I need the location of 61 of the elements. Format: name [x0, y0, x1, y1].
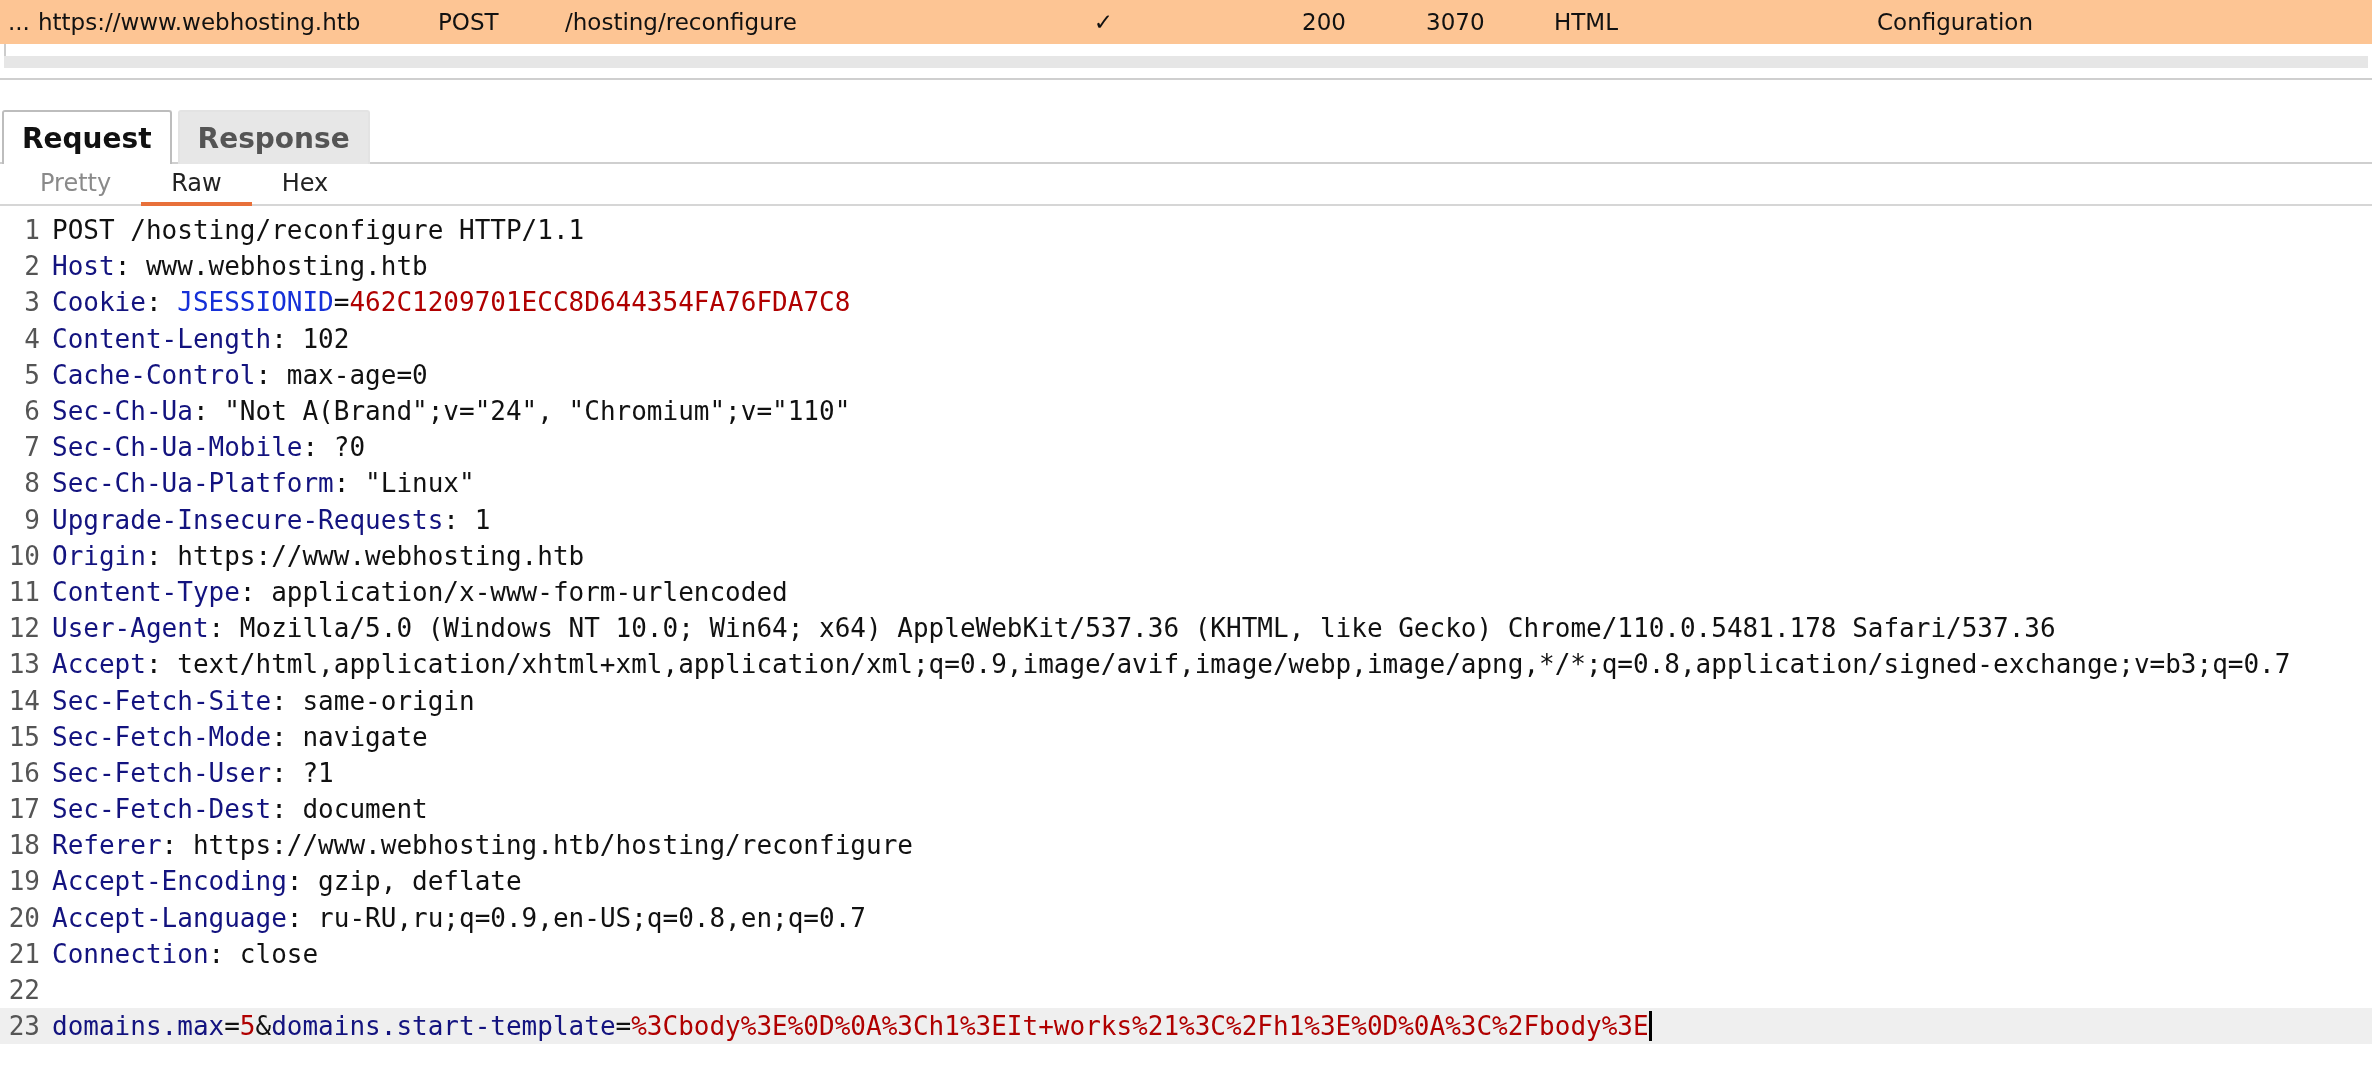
code-line: Origin: https://www.webhosting.htb [52, 540, 585, 571]
code-line: Accept-Encoding: gzip, deflate [52, 866, 522, 897]
table-cell-text: POST [437, 8, 500, 37]
line-number: 18 [7, 830, 41, 861]
code-line: User-Agent: Mozilla/5.0 (Windows NT 10.0; Win64; x64) AppleWebKit/537.36 (KHTML, like Gecko) Chrome/110.0.5481.178 Safari/537.36 [52, 613, 2056, 644]
code-line: Connection: close [52, 938, 319, 969]
table-cell-text: Configuration [1876, 8, 2034, 37]
code-line: Sec-Fetch-Mode: navigate [52, 721, 428, 752]
line-number: 8 [23, 468, 41, 499]
code-line: Sec-Ch-Ua: "Not A(Brand";v="24", "Chromium";v="110" [52, 396, 851, 427]
line-number: 14 [7, 685, 41, 716]
code-line: Sec-Ch-Ua-Platform: "Linux" [52, 468, 475, 499]
table-cell-text: HTML [1553, 8, 1619, 37]
code-line: Upgrade-Insecure-Requests: 1 [52, 504, 491, 535]
code-line: Cache-Control: max-age=0 [52, 359, 428, 390]
table-cell-text: /hosting/reconfigure [564, 8, 798, 37]
line-number: 9 [23, 504, 41, 535]
table-cell-text: ... [7, 8, 30, 37]
line-number: 12 [7, 613, 41, 644]
code-line: Host: www.webhosting.htb [52, 251, 428, 282]
line-number: 3 [23, 287, 41, 318]
line-number: 17 [7, 794, 41, 825]
text-cursor [1648, 1011, 1652, 1042]
line-number: 15 [7, 721, 41, 752]
code-line: Content-Length: 102 [52, 323, 350, 354]
code-line: Accept: text/html,application/xhtml+xml,application/xml;q=0.9,image/avif,image/webp,image/apng,*/*;q=0.8,application/signed-exchange;v=b3;q=0.7 [52, 649, 2291, 680]
line-number: 7 [23, 432, 41, 463]
line-number: 23 [7, 1011, 41, 1042]
line-number: 16 [7, 757, 41, 788]
line-number: 5 [23, 359, 41, 390]
tab[interactable]: Request [2, 110, 172, 164]
line-number: 11 [7, 576, 41, 607]
code-line: Sec-Ch-Ua-Mobile: ?0 [52, 432, 366, 463]
code-line: Sec-Fetch-Site: same-origin [52, 685, 475, 716]
table-cell-text: 3070 [1425, 8, 1486, 37]
tab[interactable]: Hex [251, 164, 359, 206]
table-cell-text: ✓ [1092, 8, 1115, 37]
line-number: 20 [7, 902, 41, 933]
code-line: Sec-Fetch-User: ?1 [52, 757, 334, 788]
line-number: 6 [23, 396, 41, 427]
line-number: 19 [7, 866, 41, 897]
line-number: 13 [7, 649, 41, 680]
table-cell-text: 200 [1301, 8, 1347, 37]
code-line: Referer: https://www.webhosting.htb/hosting/reconfigure [52, 830, 913, 861]
tab[interactable]: Response [177, 110, 370, 164]
code-line: Cookie: JSESSIONID=462C1209701ECC8D644354FA76FDA7C8 [52, 287, 851, 318]
code-line: Sec-Fetch-Dest: document [52, 794, 428, 825]
line-number: 22 [7, 975, 41, 1006]
line-number: 10 [7, 540, 41, 571]
code-line: Content-Type: application/x-www-form-urlencoded [52, 576, 788, 607]
table-row[interactable]: ... https://www.webhosting.htb POST /hosting/reconfigure ✓ 200 3070 HTML Configuration [0, 0, 2372, 44]
table-cell-text: https://www.webhosting.htb [37, 8, 362, 37]
tab[interactable]: Raw [141, 164, 252, 206]
code-line: Accept-Language: ru-RU,ru;q=0.9,en-US;q=0.8,en;q=0.7 [52, 902, 866, 933]
line-number: 21 [7, 938, 41, 969]
line-number: 2 [23, 251, 41, 282]
code-line: POST /hosting/reconfigure HTTP/1.1 [52, 215, 585, 246]
scrollbar[interactable] [4, 56, 2368, 68]
line-number: 1 [23, 215, 41, 246]
line-number: 4 [23, 323, 41, 354]
code-line: domains.max=5&domains.start-template=%3Cbody%3E%0D%0A%3Ch1%3EIt+works%21%3C%2Fh1%3E%0D%0A%3C%2Fbody%3E [52, 1011, 1649, 1042]
